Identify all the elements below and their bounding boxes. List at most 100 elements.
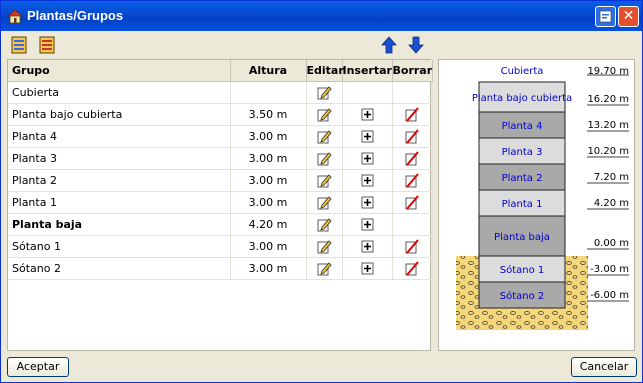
move-up-button[interactable] [378, 34, 400, 56]
delete-button-cell [392, 81, 433, 104]
delete-icon [405, 261, 419, 276]
insert-plus-icon [361, 108, 373, 121]
row-height: 3.00 m [230, 235, 307, 258]
delete-button-cell[interactable] [392, 103, 433, 126]
floor-label: Planta 4 [502, 121, 543, 132]
pencil-icon [317, 240, 332, 254]
table-row[interactable]: Sótano 2 3.00 m [8, 257, 433, 280]
delete-button-cell[interactable] [392, 191, 433, 214]
insert-button-cell[interactable] [342, 147, 393, 170]
row-group-name: Planta 1 [8, 191, 231, 214]
edit-floor-icon [39, 36, 55, 54]
delete-button-cell[interactable] [392, 257, 433, 280]
table-row[interactable]: Planta baja 4.20 m [8, 213, 433, 236]
pencil-icon [317, 196, 332, 210]
edit-button-cell[interactable] [306, 257, 343, 280]
edit-button-cell[interactable] [306, 81, 343, 104]
building-icon [7, 9, 23, 24]
edit-button-cell[interactable] [306, 125, 343, 148]
pencil-icon [317, 108, 332, 122]
title-bar: Plantas/Grupos ✕ [1, 1, 642, 31]
pencil-icon [317, 86, 332, 100]
header-height[interactable]: Altura [230, 60, 307, 82]
pencil-icon [317, 152, 332, 166]
floor-table: Grupo Altura Editar Insertar Borrar Cubi… [7, 59, 433, 351]
insert-plus-icon [361, 240, 373, 253]
table-row[interactable]: Planta 1 3.00 m [8, 191, 433, 214]
floor-label: Sótano 1 [500, 264, 545, 276]
edit-button-cell[interactable] [306, 103, 343, 126]
table-row[interactable]: Planta 3 3.00 m [8, 147, 433, 170]
edit-floors-button[interactable] [36, 34, 58, 56]
level-label: -6.00 m [590, 290, 629, 301]
row-height [230, 81, 307, 104]
row-group-name: Planta 4 [8, 125, 231, 148]
table-row[interactable]: Cubierta [8, 81, 433, 104]
insert-plus-icon [361, 152, 373, 165]
delete-button-cell[interactable] [392, 125, 433, 148]
floor-label: Planta 1 [502, 199, 543, 210]
header-group[interactable]: Grupo [8, 60, 231, 82]
accept-button[interactable]: Aceptar [7, 357, 69, 377]
insert-button-cell[interactable] [342, 213, 393, 236]
level-label: 16.20 m [587, 94, 629, 105]
close-button[interactable]: ✕ [618, 6, 639, 27]
edit-button-cell[interactable] [306, 169, 343, 192]
floor-label: Sótano 2 [500, 290, 545, 302]
insert-button-cell[interactable] [342, 103, 393, 126]
add-floor-icon [11, 36, 27, 54]
pencil-icon [317, 130, 332, 144]
edit-button-cell[interactable] [306, 147, 343, 170]
header-insert[interactable]: Insertar [342, 60, 393, 82]
building-diagram: Cubierta 19.70 mPlanta bajo cubierta 16.20… [456, 66, 629, 330]
level-label: 7.20 m [594, 172, 629, 183]
building-scheme: Cubierta 19.70 m Planta bajo cubierta 16.20… [438, 59, 635, 351]
level-label: 0.00 m [594, 238, 629, 249]
floor-label: Planta bajo cubierta [472, 93, 572, 104]
table-row[interactable]: Planta 2 3.00 m [8, 169, 433, 192]
insert-button-cell[interactable] [342, 191, 393, 214]
add-floor-button[interactable] [8, 34, 30, 56]
move-down-button[interactable] [405, 34, 427, 56]
row-group-name: Planta baja [8, 213, 231, 236]
table-row[interactable]: Sótano 1 3.00 m [8, 235, 433, 258]
edit-button-cell[interactable] [306, 235, 343, 258]
row-height: 3.00 m [230, 125, 307, 148]
insert-plus-icon [361, 218, 373, 231]
table-row[interactable]: Planta 4 3.00 m [8, 125, 433, 148]
level-label: 13.20 m [587, 120, 629, 131]
arrow-down-icon [408, 36, 424, 54]
row-group-name: Planta bajo cubierta [8, 103, 231, 126]
insert-plus-icon [361, 262, 373, 275]
pencil-icon [317, 262, 332, 276]
insert-button-cell [342, 81, 393, 104]
level-label: 4.20 m [594, 198, 629, 209]
edit-button-cell[interactable] [306, 191, 343, 214]
level-label: -3.00 m [590, 264, 629, 275]
floor-label: Cubierta [501, 66, 544, 77]
header-delete[interactable]: Borrar [392, 60, 433, 82]
row-group-name: Planta 3 [8, 147, 231, 170]
insert-button-cell[interactable] [342, 235, 393, 258]
insert-button-cell[interactable] [342, 257, 393, 280]
row-group-name: Planta 2 [8, 169, 231, 192]
row-height: 3.00 m [230, 257, 307, 280]
table-row[interactable]: Planta bajo cubierta 3.50 m [8, 103, 433, 126]
edit-button-cell[interactable] [306, 213, 343, 236]
insert-button-cell[interactable] [342, 169, 393, 192]
delete-button-cell[interactable] [392, 169, 433, 192]
help-icon [599, 10, 612, 23]
row-height: 4.20 m [230, 213, 307, 236]
delete-icon [405, 239, 419, 254]
insert-plus-icon [361, 174, 373, 187]
header-edit[interactable]: Editar [306, 60, 344, 82]
delete-icon [405, 107, 419, 122]
delete-button-cell[interactable] [392, 235, 433, 258]
level-label: 10.20 m [587, 146, 629, 157]
row-height: 3.00 m [230, 191, 307, 214]
row-group-name: Sótano 2 [8, 257, 231, 280]
help-button[interactable] [595, 6, 616, 27]
delete-button-cell[interactable] [392, 147, 433, 170]
insert-button-cell[interactable] [342, 125, 393, 148]
cancel-button[interactable]: Cancelar [571, 357, 637, 377]
